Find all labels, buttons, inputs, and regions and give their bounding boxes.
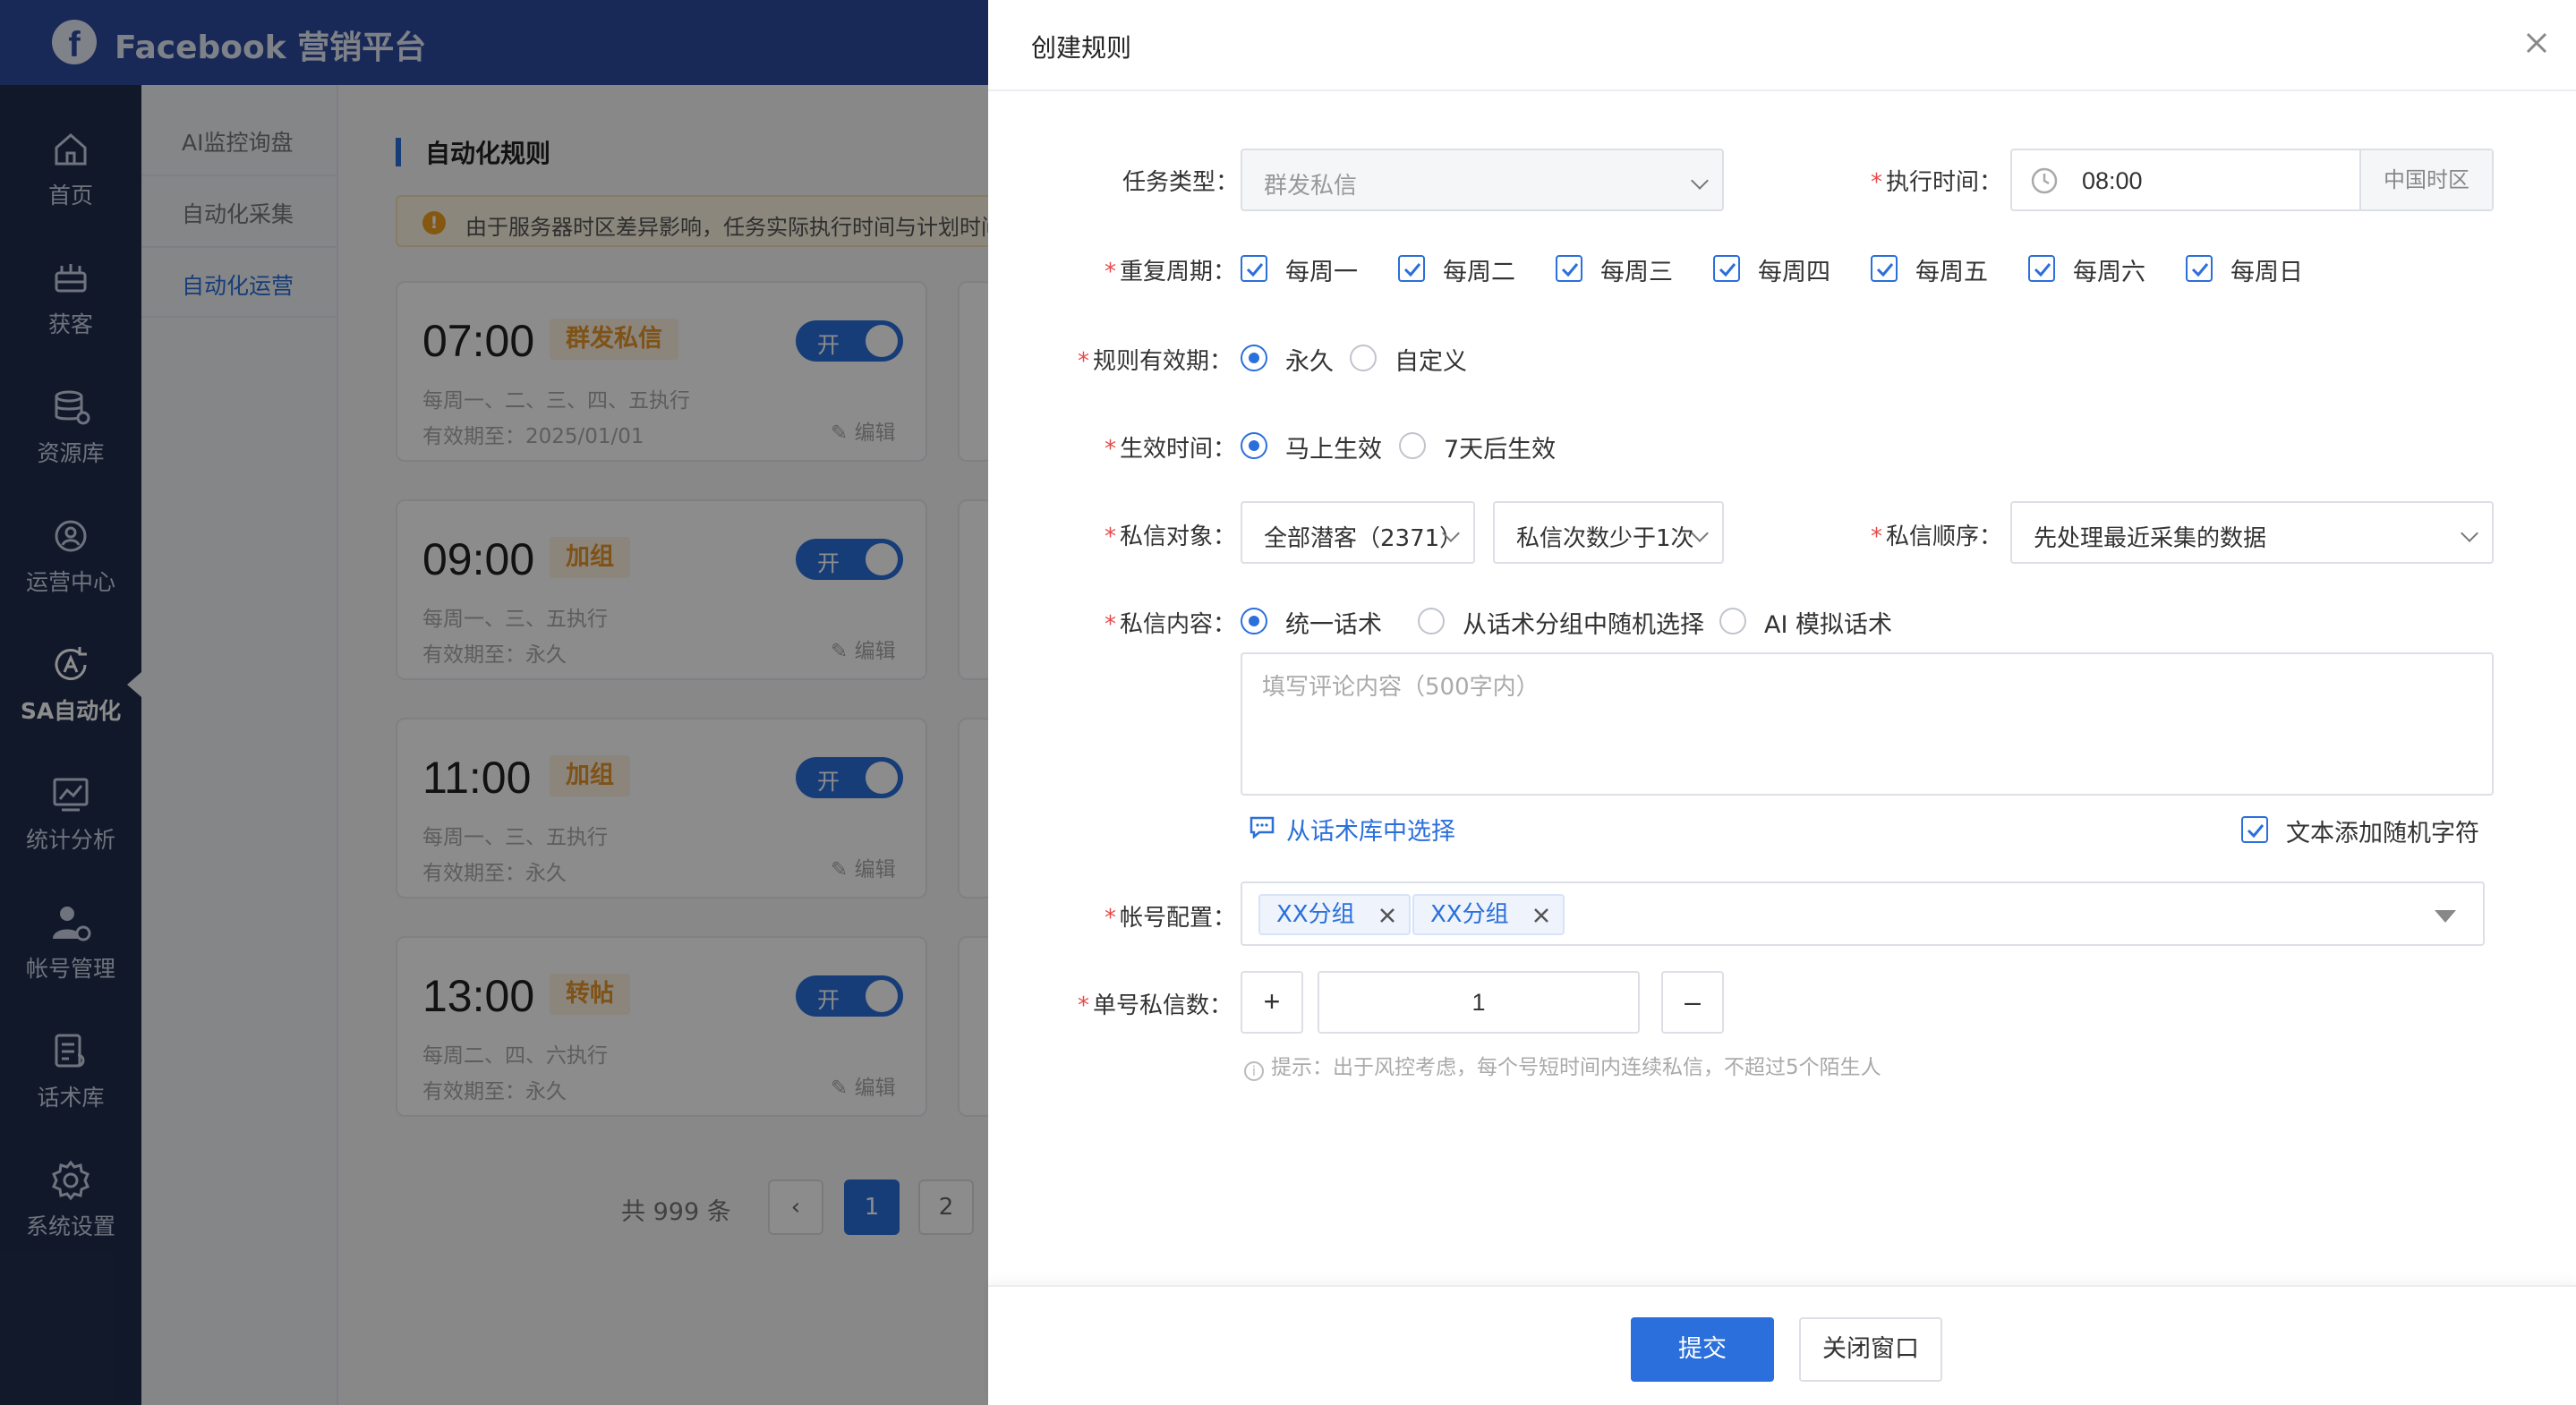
timezone-addon: 中国时区 [2359,150,2492,209]
content-unified-label: 统一话术 [1285,611,1382,639]
per-account-input[interactable]: 1 [1318,971,1640,1034]
accounts-multiselect[interactable]: XX分组 XX分组 [1241,881,2485,946]
exec-time-label: * 执行时间： [1871,169,2003,196]
exec-time-picker[interactable]: 08:00 中国时区 [2010,149,2494,211]
chevron-down-icon [1691,172,1709,190]
clock-icon [2031,167,2058,194]
remove-chip-icon[interactable] [1531,905,1552,926]
repeat-wed-checkbox[interactable] [1556,255,1582,282]
exec-time-value: 08:00 [2082,167,2143,194]
random-char-label: 文本添加随机字符 [2286,820,2479,847]
content-textarea[interactable]: 填写评论内容（500字内） [1241,652,2494,796]
repeat-sun-label: 每周日 [2231,259,2303,286]
repeat-mon-label: 每周一 [1285,259,1358,286]
submit-button[interactable]: 提交 [1631,1317,1774,1382]
task-type-select[interactable]: 群发私信 [1241,149,1724,211]
effective-now-label: 马上生效 [1285,436,1382,464]
content-random-group-radio[interactable] [1418,608,1445,634]
chat-icon [1250,816,1275,839]
target-audience-select[interactable]: 全部潜客（2371） [1241,501,1475,564]
target-count-select[interactable]: 私信次数少于1次 [1493,501,1724,564]
decrement-button[interactable]: – [1661,971,1724,1034]
random-char-checkbox[interactable] [2241,816,2268,843]
account-group-chip: XX分组 [1412,894,1565,935]
chevron-down-icon [2461,524,2478,542]
drawer-header: 创建规则 [988,0,2576,91]
accounts-label: * 帐号配置： [1105,905,1237,932]
drawer-title: 创建规则 [1031,33,1132,63]
repeat-thu-checkbox[interactable] [1713,255,1740,282]
effective-7days-radio[interactable] [1399,432,1426,459]
validity-forever-label: 永久 [1285,348,1334,376]
modal-overlay[interactable] [0,0,988,1405]
content-label: * 私信内容： [1105,611,1237,638]
risk-hint: i 提示：出于风控考虑，每个号短时间内连续私信，不超过5个陌生人 [1244,1050,1881,1081]
validity-custom-label: 自定义 [1395,348,1467,376]
repeat-tue-checkbox[interactable] [1398,255,1425,282]
account-group-chip: XX分组 [1258,894,1411,935]
effective-7days-label: 7天后生效 [1444,436,1557,464]
repeat-thu-label: 每周四 [1758,259,1830,286]
info-icon: i [1244,1061,1264,1081]
repeat-sat-label: 每周六 [2073,259,2145,286]
repeat-mon-checkbox[interactable] [1241,255,1267,282]
validity-custom-radio[interactable] [1350,345,1377,371]
content-ai-radio[interactable] [1719,608,1746,634]
caret-down-icon [2435,910,2456,923]
close-icon[interactable] [2519,25,2555,61]
repeat-fri-label: 每周五 [1915,259,1988,286]
per-account-label: * 单号私信数： [1078,992,1233,1019]
target-label: * 私信对象： [1105,524,1237,550]
close-window-button[interactable]: 关闭窗口 [1799,1317,1942,1382]
content-ai-label: AI 模拟话术 [1764,611,1893,639]
effective-now-radio[interactable] [1241,432,1267,459]
repeat-fri-checkbox[interactable] [1871,255,1898,282]
increment-button[interactable]: + [1241,971,1303,1034]
repeat-wed-label: 每周三 [1600,259,1673,286]
validity-label: * 规则有效期： [1078,348,1233,375]
content-random-group-label: 从话术分组中随机选择 [1463,611,1704,639]
validity-forever-radio[interactable] [1241,345,1267,371]
repeat-sun-checkbox[interactable] [2186,255,2213,282]
drawer-footer [988,1285,2576,1405]
repeat-sat-checkbox[interactable] [2028,255,2055,282]
repeat-label: * 重复周期： [1105,259,1237,285]
remove-chip-icon[interactable] [1377,905,1398,926]
task-type-label: 任务类型： [1122,169,1240,196]
effective-label: * 生效时间： [1105,436,1237,463]
content-unified-radio[interactable] [1241,608,1267,634]
repeat-tue-label: 每周二 [1443,259,1515,286]
order-label: * 私信顺序： [1871,524,2003,550]
order-select[interactable]: 先处理最近采集的数据 [2010,501,2494,564]
